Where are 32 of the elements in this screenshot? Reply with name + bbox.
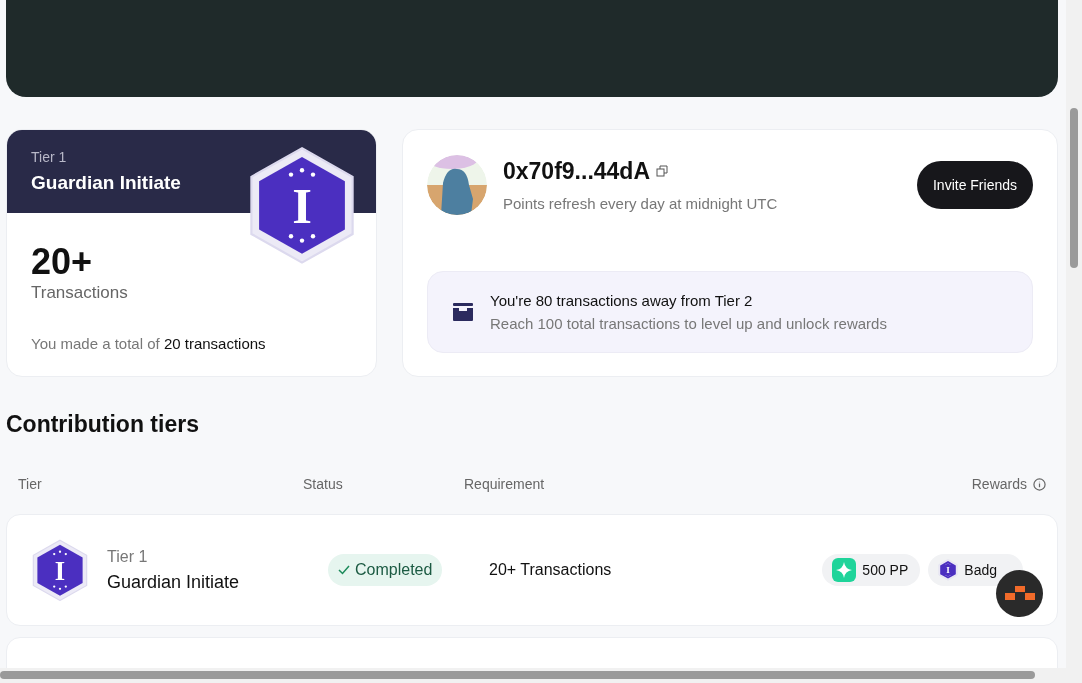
tier-label: Tier 1 — [107, 547, 148, 566]
horizontal-scrollbar[interactable] — [0, 668, 1082, 683]
column-header: Tier — [18, 476, 42, 492]
column-header: Requirement — [464, 476, 545, 492]
progress-title: You're 80 transactions away from Tier 2 — [490, 292, 753, 309]
tier-badge-icon: I — [247, 146, 357, 265]
blocks-logo-icon — [1004, 585, 1035, 602]
reward-tag: 500 PP — [822, 554, 921, 586]
wallet-address: 0x70f9...44dA — [503, 157, 651, 185]
badge-icon: I — [938, 559, 959, 581]
column-header: Rewards — [971, 476, 1027, 492]
invite-friends-button[interactable]: Invite Friends — [916, 161, 1033, 209]
progress-subtitle: Reach 100 total transactions to level up and unlock rewards — [490, 315, 887, 332]
section-title: Contribution tiers — [6, 411, 199, 438]
tier-badge-icon: I — [31, 538, 89, 602]
count-label: Transactions — [31, 283, 128, 303]
box-icon — [452, 302, 474, 322]
status-badge: Completed — [328, 554, 443, 586]
refresh-note: Points refresh every day at midnight UTC — [503, 194, 778, 212]
check-icon — [338, 565, 350, 575]
tier-name: Guardian Initiate — [31, 172, 181, 194]
transaction-summary: You made a total of 20 transactions — [31, 335, 266, 352]
tier-label: Tier 1 — [31, 149, 67, 165]
sparkle-icon — [832, 558, 857, 582]
transaction-count: 20+ — [31, 241, 93, 283]
reward-tag: I Badg — [928, 554, 1023, 586]
info-icon[interactable] — [1033, 477, 1046, 491]
tier-name: Guardian Initiate — [107, 571, 240, 593]
column-header: Status — [303, 476, 343, 492]
vertical-scrollbar[interactable] — [1066, 0, 1082, 668]
copy-icon[interactable] — [656, 165, 669, 177]
requirement-text: 20+ Transactions — [489, 561, 613, 579]
